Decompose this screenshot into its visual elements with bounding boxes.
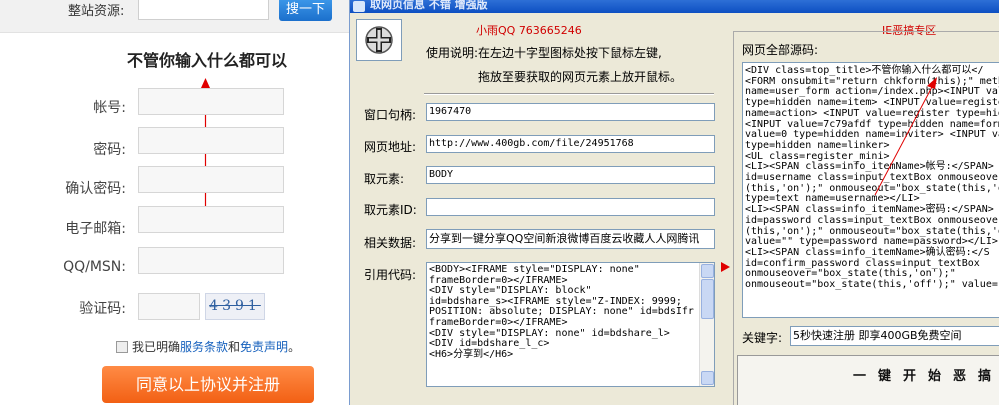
- related-data-label: 相关数据:: [364, 236, 417, 250]
- agree-and-register-button[interactable]: 同意以上协议并注册: [102, 366, 314, 403]
- password-input[interactable]: [138, 127, 284, 154]
- reference-code-label: 引用代码:: [364, 268, 417, 282]
- registration-page: 整站资源: 搜一下 不管你输入什么都可以 帐号: 密码: 确认密码: 电子邮箱:…: [0, 0, 349, 405]
- scroll-down-button[interactable]: [701, 371, 714, 385]
- crosshair-icon: [365, 26, 393, 54]
- author-qq-label: 小雨QQ 763665246: [476, 24, 582, 37]
- element-id-field[interactable]: [426, 198, 715, 216]
- site-search-bar: 整站资源: 搜一下: [0, 0, 349, 33]
- password-label: 密码:: [93, 142, 126, 158]
- element-field[interactable]: BODY: [426, 166, 715, 184]
- window-handle-field[interactable]: 1967470: [426, 103, 715, 121]
- app-icon: [353, 1, 365, 12]
- window-titlebar[interactable]: 取网页信息 不错 增强版: [350, 0, 999, 13]
- full-source-label: 网页全部源码:: [742, 43, 819, 57]
- site-search-input[interactable]: [138, 0, 269, 20]
- site-resource-label: 整站资源:: [68, 4, 125, 19]
- one-key-prank-button[interactable]: 一键开始恶搞: [737, 355, 999, 405]
- reference-code-textarea[interactable]: <BODY><IFRAME style="DISPLAY: none" fram…: [426, 262, 715, 387]
- search-button[interactable]: 搜一下: [279, 0, 332, 21]
- annotation-triangle-marker: [721, 262, 730, 272]
- confirm-password-label: 确认密码:: [65, 181, 126, 197]
- annotation-arrow-diagonal: [874, 77, 937, 196]
- agreement-end: 。: [288, 340, 301, 354]
- crosshair-drag-handle[interactable]: [356, 19, 402, 61]
- agreement-line: 我已明确服务条款和免责声明。: [116, 338, 300, 355]
- agreement-checkbox[interactable]: [116, 341, 128, 353]
- url-label: 网页地址:: [364, 140, 417, 154]
- separator: [424, 93, 714, 95]
- account-input[interactable]: [138, 88, 284, 115]
- captcha-label: 验证码:: [79, 301, 126, 317]
- confirm-password-input[interactable]: [138, 166, 284, 193]
- url-field[interactable]: http://www.400gb.com/file/24951768: [426, 135, 715, 153]
- usage-instructions-line1: 使用说明:在左边十字型图标处按下鼠标左键,: [426, 46, 662, 60]
- terms-of-service-link[interactable]: 服务条款: [180, 340, 228, 354]
- qq-msn-label: QQ/MSN:: [63, 259, 126, 275]
- full-source-textarea[interactable]: <DIV class=top_title>不管你输入什么都可以</ <FORM …: [742, 62, 999, 318]
- window-title: 取网页信息 不错 增强版: [370, 0, 488, 11]
- email-label: 电子邮箱:: [65, 221, 126, 237]
- account-label: 帐号:: [93, 100, 126, 116]
- element-label: 取元素:: [364, 172, 405, 186]
- related-data-field[interactable]: 分享到一键分享QQ空间新浪微博百度云收藏人人网腾讯: [426, 229, 715, 249]
- web-info-tool-window: 取网页信息 不错 增强版 小雨QQ 763665246 IE恶搞专区 使用说明:…: [349, 0, 999, 405]
- one-key-prank-label: 一键开始恶搞: [853, 369, 999, 384]
- reference-code-scrollbar[interactable]: [699, 263, 714, 386]
- agreement-and: 和: [228, 340, 241, 354]
- keyword-field[interactable]: 5秒快速注册 即享400GB免费空间: [790, 326, 999, 346]
- disclaimer-link[interactable]: 免责声明: [240, 340, 288, 354]
- element-id-label: 取元素ID:: [364, 203, 417, 217]
- qq-msn-input[interactable]: [138, 247, 284, 274]
- scroll-up-button[interactable]: [701, 264, 714, 278]
- window-handle-label: 窗口句柄:: [364, 108, 417, 122]
- keyword-label: 关键字:: [742, 331, 783, 345]
- page-title: 不管你输入什么都可以: [127, 51, 288, 70]
- email-input[interactable]: [138, 206, 284, 233]
- reference-code-text: <BODY><IFRAME style="DISPLAY: none" fram…: [429, 264, 694, 360]
- captcha-input[interactable]: [138, 293, 200, 320]
- usage-instructions-line2: 拖放至要获取的网页元素上放开鼠标。: [478, 70, 683, 84]
- scroll-thumb[interactable]: [701, 279, 714, 319]
- agreement-prefix: 我已明确: [132, 340, 181, 354]
- captcha-image[interactable]: 4391: [205, 293, 265, 320]
